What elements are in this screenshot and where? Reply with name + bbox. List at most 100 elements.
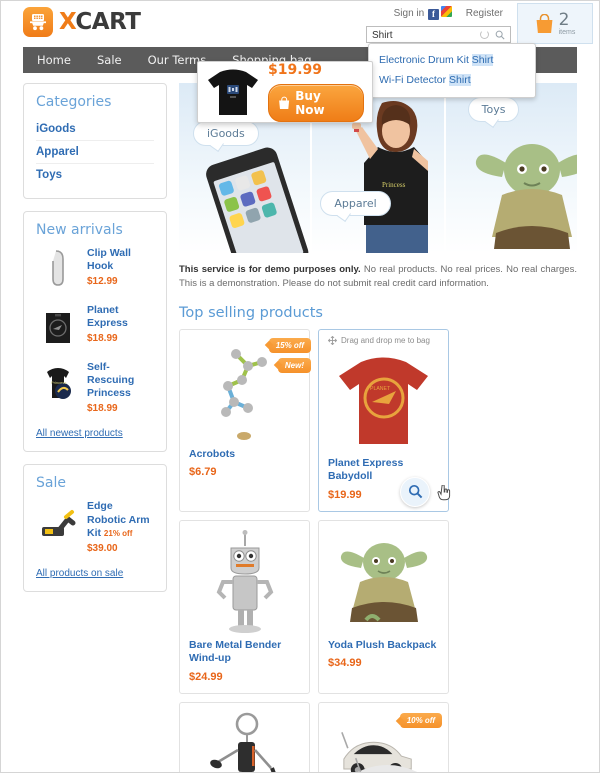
drag-drop-hint: Drag and drop me to bag: [328, 335, 439, 345]
list-item[interactable]: Toys: [36, 164, 154, 186]
popup-price: $19.99: [268, 62, 323, 78]
nav-item-home[interactable]: Home: [37, 53, 71, 67]
sign-in-link[interactable]: Sign in: [394, 8, 425, 19]
list-item[interactable]: Apparel: [36, 141, 154, 164]
suggestion-item[interactable]: Wi-Fi Detector Shirt: [369, 70, 535, 90]
suggestion-item[interactable]: Electronic Drum Kit Shirt: [369, 50, 535, 70]
smartphone-image: [206, 147, 309, 253]
magnifier-icon: [408, 485, 422, 499]
sale-title: Sale: [36, 475, 66, 492]
list-item[interactable]: Princess Self-Rescuing Princess $18.99: [36, 360, 154, 414]
main-content: iGoods Apparel Princess Toys This servic…: [179, 83, 577, 772]
product-name[interactable]: Acrobots: [189, 448, 300, 462]
sidebar-item-apparel[interactable]: Apparel: [36, 141, 154, 163]
list-item[interactable]: iGoods: [36, 118, 154, 141]
product-price: $18.99: [87, 403, 118, 415]
loading-spinner-icon: [480, 30, 489, 39]
search-suggestions[interactable]: Electronic Drum Kit Shirt Wi-Fi Detector…: [368, 43, 536, 98]
list-item[interactable]: Edge Robotic Arm Kit 21% off $39.00: [36, 499, 154, 554]
sale-panel: Sale Edge Robotic Arm Kit 21% off $39.00: [23, 464, 167, 592]
product-name[interactable]: Self-Rescuing Princess: [87, 361, 154, 400]
suggestion-text: Wi-Fi Detector: [379, 74, 450, 86]
account-links: Sign in f Register: [394, 6, 503, 20]
space-man-lamp-image[interactable]: [189, 711, 300, 772]
robotic-arm-image[interactable]: [36, 499, 80, 543]
product-price: $34.99: [328, 657, 362, 670]
search-icon[interactable]: [495, 30, 505, 40]
logo-wordmark: XCART: [59, 9, 141, 35]
google-icon[interactable]: [440, 6, 452, 17]
hand-cursor-icon: [437, 484, 451, 501]
discount-badge: 15% off: [268, 337, 311, 353]
product-card[interactable]: Space Man Moppel LED Light $39.99: [179, 702, 310, 772]
planet-express-tshirt-image[interactable]: [36, 303, 80, 347]
all-newest-products-link[interactable]: All newest products: [36, 428, 123, 439]
planet-express-babydoll-image[interactable]: PLANET: [328, 347, 439, 457]
product-name[interactable]: Clip Wall Hook: [87, 247, 154, 273]
search-box[interactable]: [366, 26, 511, 43]
sidebar-item-toys[interactable]: Toys: [36, 164, 154, 186]
svg-text:Princess: Princess: [382, 181, 406, 189]
suggestion-text: Electronic Drum Kit: [379, 54, 472, 66]
product-name[interactable]: Yoda Plush Backpack: [328, 639, 439, 653]
banner-bubble-apparel: Apparel: [320, 191, 391, 216]
shopping-bag-icon: [536, 13, 553, 33]
tshirt-thumbnail: [208, 69, 258, 115]
facebook-icon[interactable]: f: [427, 9, 439, 20]
logo-x: X: [59, 9, 76, 35]
site-logo[interactable]: XCART: [23, 7, 141, 37]
page-title: Top selling products: [179, 304, 323, 321]
yoda-backpack-image[interactable]: [328, 529, 439, 639]
product-price: $12.99: [87, 276, 118, 288]
product-card[interactable]: Drag and drop me to bag PLANET Planet Ex…: [318, 328, 451, 512]
register-link[interactable]: Register: [466, 8, 503, 19]
product-quick-popup[interactable]: $19.99 Buy Now: [197, 61, 373, 123]
nav-item-sale[interactable]: Sale: [97, 53, 122, 67]
suggestion-match: Shirt: [471, 54, 494, 66]
page-body: Categories iGoods Apparel Toys New arriv…: [1, 73, 599, 772]
zoom-icon[interactable]: [400, 476, 430, 507]
product-card[interactable]: 10% off: [318, 702, 449, 772]
list-item[interactable]: Clip Wall Hook $12.99: [36, 246, 154, 290]
product-badges: 15% off New!: [268, 337, 311, 373]
product-price: $24.99: [189, 671, 223, 684]
product-card[interactable]: Bare Metal Bender Wind-up $24.99: [179, 519, 310, 695]
all-products-on-sale-link[interactable]: All products on sale: [36, 568, 123, 579]
clip-wall-hook-image[interactable]: [36, 246, 80, 290]
categories-panel: Categories iGoods Apparel Toys: [23, 83, 167, 199]
product-card[interactable]: Yoda Plush Backpack $34.99: [318, 519, 449, 695]
self-rescuing-princess-tshirt-image[interactable]: Princess: [36, 360, 80, 404]
categories-list: iGoods Apparel Toys: [36, 118, 154, 186]
bag-icon: [279, 96, 290, 110]
product-card[interactable]: 15% off New! Acrobots $6.79: [179, 328, 311, 512]
product-name[interactable]: Edge Robotic Arm Kit 21% off: [87, 500, 154, 539]
product-price: $39.00: [87, 542, 118, 554]
shopping-cart-icon: [30, 14, 46, 31]
banner-bubble-igoods: iGoods: [193, 121, 259, 146]
product-grid: 15% off New! Acrobots $6.79 Drag and dro…: [179, 328, 577, 772]
list-item[interactable]: Planet Express $18.99: [36, 303, 154, 347]
cart-widget[interactable]: 2 items: [517, 3, 593, 44]
product-name[interactable]: Bare Metal Bender Wind-up: [189, 639, 300, 666]
buy-now-button[interactable]: Buy Now: [268, 84, 364, 122]
logo-badge: [23, 7, 53, 37]
categories-title: Categories: [36, 94, 112, 110]
move-icon: [328, 335, 337, 345]
sidebar: Categories iGoods Apparel Toys New arriv…: [23, 83, 167, 772]
buy-now-label: Buy Now: [295, 89, 325, 117]
site-header: XCART Sign in f Register Electronic Drum…: [1, 1, 599, 98]
new-arrivals-panel: New arrivals Clip Wall Hook $12.99 Plane…: [23, 211, 167, 453]
mini-cooper-image[interactable]: [328, 711, 439, 772]
new-arrivals-title: New arrivals: [36, 222, 123, 238]
cart-count: 2: [558, 9, 570, 30]
drag-drop-hint-text: Drag and drop me to bag: [341, 335, 430, 345]
banner-panel-toys[interactable]: Toys: [443, 83, 577, 253]
product-price: $18.99: [87, 333, 118, 345]
bender-robot-image[interactable]: [189, 529, 300, 639]
search-input[interactable]: [370, 28, 470, 42]
svg-text:PLANET: PLANET: [370, 386, 391, 392]
banner-bubble-toys: Toys: [467, 97, 520, 122]
sidebar-item-igoods[interactable]: iGoods: [36, 118, 154, 140]
product-name[interactable]: Planet Express: [87, 304, 154, 330]
logo-cart: CART: [75, 9, 141, 35]
